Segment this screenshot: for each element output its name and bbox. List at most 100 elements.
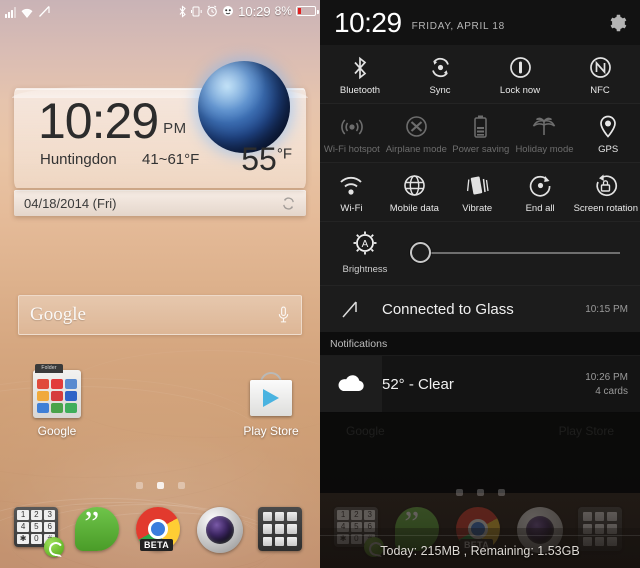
ongoing-notification-glass[interactable]: Connected to Glass 10:15 PM [320,286,640,332]
battery-icon [296,6,319,16]
auto-brightness-icon: A [353,231,377,255]
qs-tile-power-saving[interactable]: Power saving [449,104,513,162]
search-input[interactable]: Google [30,304,86,326]
svg-text:A: A [362,239,369,250]
home-screen: 10:29 8% 10:29 PM Huntingdon 41~61°F 55°… [0,0,320,568]
qs-tile-sync[interactable]: Sync [400,45,480,103]
qs-label: Screen rotation [573,203,638,214]
qs-label: Lock now [499,85,541,96]
ongoing-notification-title: Connected to Glass [382,300,514,318]
brightness-slider[interactable] [402,242,628,264]
play-store-icon[interactable] [247,370,295,418]
dock-item-phone[interactable]: 123456✱0# [14,507,65,557]
widget-temperature: 55°F [241,141,292,178]
page-dot[interactable] [177,482,185,489]
brightness-auto-toggle[interactable]: A Brightness [334,230,396,275]
qs-tile-gps[interactable]: GPS [576,104,640,162]
folder-grid [37,379,77,413]
data-usage-text: Today: 215MB , Remaining: 1.53GB [380,544,580,558]
weather-clock-widget[interactable]: 10:29 PM Huntingdon 41~61°F 55°F 04/18/2… [12,61,308,216]
dock-item-chrome[interactable]: BETA [135,507,184,555]
gear-icon[interactable] [606,12,628,34]
home-icon-google-folder[interactable]: Folder Google [14,364,100,438]
qs-label: Power saving [452,144,510,155]
hangouts-icon[interactable] [75,505,120,551]
gps-icon [578,113,638,140]
microphone-icon[interactable] [277,305,290,325]
notification-weather-title: 52° - Clear [382,375,454,393]
qs-tile-wifi-hotspot[interactable]: Wi-Fi hotspot [320,104,384,162]
dock-item-app-drawer[interactable] [257,507,306,555]
folder-icon[interactable]: Folder [33,364,81,418]
ghost-label-google: Google [346,424,385,438]
page-dot-active[interactable] [156,482,164,489]
qs-label: Holiday mode [515,144,574,155]
qs-tile-holiday-mode[interactable]: Holiday mode [513,104,577,162]
notification-weather-text: 52° - Clear [382,376,454,393]
slider-track [424,251,620,254]
qs-label: Mobile data [389,203,439,214]
ongoing-notification-time: 10:15 PM [585,303,628,315]
widget-card[interactable]: 10:29 PM Huntingdon 41~61°F 55°F [12,61,308,188]
qs-label: GPS [598,144,619,155]
dock[interactable]: 123456✱0# BETA [0,500,320,562]
glass-icon [39,5,50,17]
brightness-label: Brightness [342,264,388,275]
qs-tile-mobile-data[interactable]: Mobile data [383,163,446,221]
qs-tile-wifi[interactable]: Wi-Fi [320,163,383,221]
planet-moon-icon [198,61,290,153]
refresh-icon[interactable] [281,196,296,211]
widget-temperature-unit: °F [276,145,292,163]
brightness-control[interactable]: A Brightness [320,222,640,286]
ghost-home-labels: Google Play Store [320,424,640,438]
wifi-icon [322,172,381,199]
qs-tile-nfc[interactable]: NFC [560,45,640,103]
handset-icon [44,537,65,557]
folder-tab-label: Folder [35,364,63,373]
widget-temperature-value: 55 [241,141,277,177]
page-dot[interactable] [135,482,143,489]
shade-header: 10:29 FRIDAY, APRIL 18 [320,0,640,45]
page-indicator[interactable] [0,482,320,489]
qs-tile-airplane-mode[interactable]: Airplane mode [384,104,449,162]
end-all-icon [511,172,570,199]
widget-date-bar[interactable]: 04/18/2014 (Fri) [14,190,306,216]
widget-date: 04/18/2014 (Fri) [24,195,117,211]
dock-item-hangouts[interactable] [75,505,123,555]
quick-settings-row-2: Wi-Fi hotspot Airplane mode Power saving… [320,104,640,163]
notification-weather-sub: 4 cards [595,385,628,397]
qs-label: End all [525,203,555,214]
qs-tile-screen-rotation[interactable]: Screen rotation [572,163,640,221]
qs-tile-lock-now[interactable]: Lock now [480,45,560,103]
glass-icon [320,298,382,320]
camera-icon[interactable] [196,507,243,553]
shade-footer[interactable]: 123456✱0# BETA [320,493,640,568]
sync-icon [402,54,478,81]
google-search-bar[interactable]: Google [18,295,302,335]
app-notification-icon [223,6,234,16]
qs-tile-bluetooth[interactable]: Bluetooth [320,45,400,103]
footer-divider [320,535,640,536]
home-icon-play-store[interactable]: Play Store [228,370,314,438]
status-bar[interactable]: 10:29 8% [0,0,320,22]
notification-shade: 10:29 FRIDAY, APRIL 18 Bluetooth Sync Lo… [320,0,640,568]
dock-item-camera[interactable] [196,507,245,555]
qs-label: Vibrate [462,203,493,214]
slider-knob[interactable] [410,242,431,263]
nfc-icon [562,54,638,81]
widget-time-ampm: PM [163,120,187,137]
lock-now-icon [482,54,558,81]
qs-label: Sync [429,85,451,96]
vibrate-icon [448,172,507,199]
battery-percent: 8% [274,4,292,18]
widget-temp-range: 41~61°F [142,151,200,168]
app-drawer-icon[interactable] [257,507,302,551]
screen-rotation-icon [574,172,638,199]
qs-label: Bluetooth [339,85,381,96]
qs-tile-vibrate[interactable]: Vibrate [446,163,509,221]
qs-label: Wi-Fi hotspot [323,144,380,155]
home-icon-label-google: Google [37,424,77,438]
qs-tile-end-all[interactable]: End all [509,163,572,221]
notification-weather[interactable]: 52° - Clear 10:26 PM 4 cards [320,356,640,413]
notification-weather-time: 10:26 PM [585,371,628,383]
